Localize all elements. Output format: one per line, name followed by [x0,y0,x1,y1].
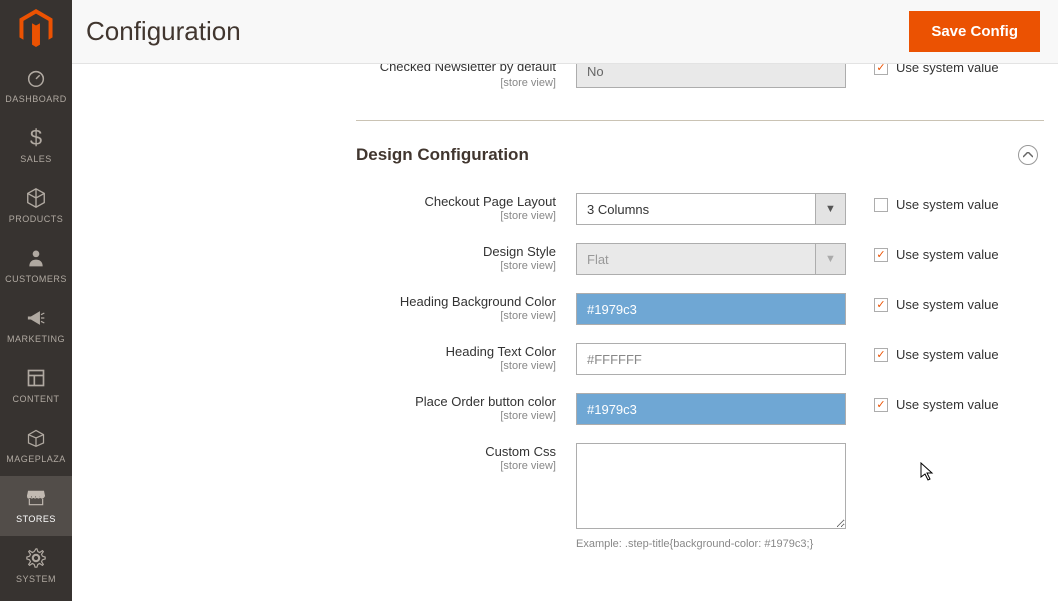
magento-logo-icon [19,9,53,47]
place-order-color-row: Place Order button color [store view] #1… [86,393,1044,425]
scope-label: [store view] [86,77,556,89]
scope-label: [store view] [86,310,556,322]
page-header: Configuration Save Config [72,0,1058,64]
field-label: Checkout Page Layout [424,194,556,209]
nav-system[interactable]: SYSTEM [0,536,72,596]
custom-css-textarea[interactable] [576,443,846,529]
design-style-row: Design Style [store view] Flat ▼ ✓ Use s… [86,243,1044,275]
checkout-page-layout-row: Checkout Page Layout [store view] 3 Colu… [86,193,1044,225]
nav-label: CUSTOMERS [5,274,67,284]
checkbox-icon: ✓ [874,64,888,75]
nav-content[interactable]: CONTENT [0,356,72,416]
use-system-value-checkbox[interactable]: Use system value [874,197,999,212]
scope-label: [store view] [86,410,556,422]
nav-label: MAGEPLAZA [6,454,66,464]
dashboard-icon [24,66,48,90]
nav-label: SYSTEM [16,574,56,584]
design-configuration-header[interactable]: Design Configuration [356,145,1044,165]
select-value: 3 Columns [577,202,815,217]
nav-label: DASHBOARD [5,94,67,104]
custom-css-hint: Example: .step-title{background-color: #… [576,538,876,550]
checked-newsletter-row: Checked Newsletter by default [store vie… [86,64,1044,104]
checkbox-icon: ✓ [874,248,888,262]
nav-customers[interactable]: CUSTOMERS [0,236,72,296]
select-value: Flat [577,252,815,267]
field-label: Heading Background Color [400,294,556,309]
nav-dashboard[interactable]: DASHBOARD [0,56,72,116]
page-title: Configuration [86,16,241,47]
layout-icon [24,366,48,390]
input-value: #1979c3 [587,402,637,417]
nav-sales[interactable]: $ SALES [0,116,72,176]
checkbox-label: Use system value [896,197,999,212]
checkbox-icon [874,198,888,212]
checked-newsletter-label: Checked Newsletter by default [380,64,556,74]
heading-text-color-row: Heading Text Color [store view] #FFFFFF … [86,343,1044,375]
checkout-page-layout-select[interactable]: 3 Columns ▼ [576,193,846,225]
scope-label: [store view] [86,260,556,272]
custom-css-row: Custom Css [store view] [86,443,1044,532]
cube-icon [24,186,48,210]
checkbox-label: Use system value [896,64,999,75]
checkbox-icon: ✓ [874,348,888,362]
checkbox-icon: ✓ [874,398,888,412]
section-title: Design Configuration [356,145,529,165]
use-system-value-checkbox[interactable]: ✓ Use system value [874,64,999,75]
magento-logo[interactable] [0,0,72,56]
save-config-button[interactable]: Save Config [909,11,1040,52]
design-style-select: Flat ▼ [576,243,846,275]
dollar-icon: $ [24,126,48,150]
use-system-value-checkbox[interactable]: ✓ Use system value [874,397,999,412]
field-label: Place Order button color [415,394,556,409]
megaphone-icon [24,306,48,330]
checkbox-icon: ✓ [874,298,888,312]
person-icon [24,246,48,270]
checkbox-label: Use system value [896,347,999,362]
use-system-value-checkbox[interactable]: ✓ Use system value [874,297,999,312]
use-system-value-checkbox[interactable]: ✓ Use system value [874,247,999,262]
nav-marketing[interactable]: MARKETING [0,296,72,356]
section-divider [356,120,1044,121]
box-icon [24,426,48,450]
nav-label: PRODUCTS [9,214,64,224]
heading-text-color-input[interactable]: #FFFFFF [576,343,846,375]
admin-sidebar: DASHBOARD $ SALES PRODUCTS CUSTOMERS MAR… [0,0,72,601]
heading-bg-color-row: Heading Background Color [store view] #1… [86,293,1044,325]
chevron-down-icon: ▼ [815,194,845,224]
nav-stores[interactable]: STORES [0,476,72,536]
chevron-down-icon: ▼ [815,244,845,274]
input-value: #1979c3 [587,302,637,317]
nav-label: MARKETING [7,334,65,344]
heading-bg-color-input[interactable]: #1979c3 [576,293,846,325]
checkbox-label: Use system value [896,247,999,262]
place-order-color-input[interactable]: #1979c3 [576,393,846,425]
gear-icon [24,546,48,570]
use-system-value-checkbox[interactable]: ✓ Use system value [874,347,999,362]
config-main: Checked Newsletter by default [store vie… [72,64,1058,601]
chevron-up-icon[interactable] [1018,145,1038,165]
nav-label: CONTENT [13,394,60,404]
field-label: Custom Css [485,444,556,459]
checkbox-label: Use system value [896,397,999,412]
nav-products[interactable]: PRODUCTS [0,176,72,236]
nav-label: STORES [16,514,56,524]
scope-label: [store view] [86,360,556,372]
field-label: Design Style [483,244,556,259]
field-label: Heading Text Color [446,344,556,359]
checkbox-label: Use system value [896,297,999,312]
input-value: #FFFFFF [587,352,642,367]
scope-label: [store view] [86,210,556,222]
nav-label: SALES [20,154,52,164]
select-value: No [587,64,604,79]
nav-mageplaza[interactable]: MAGEPLAZA [0,416,72,476]
scope-label: [store view] [86,460,556,472]
checked-newsletter-select: No [576,64,846,88]
storefront-icon [24,486,48,510]
